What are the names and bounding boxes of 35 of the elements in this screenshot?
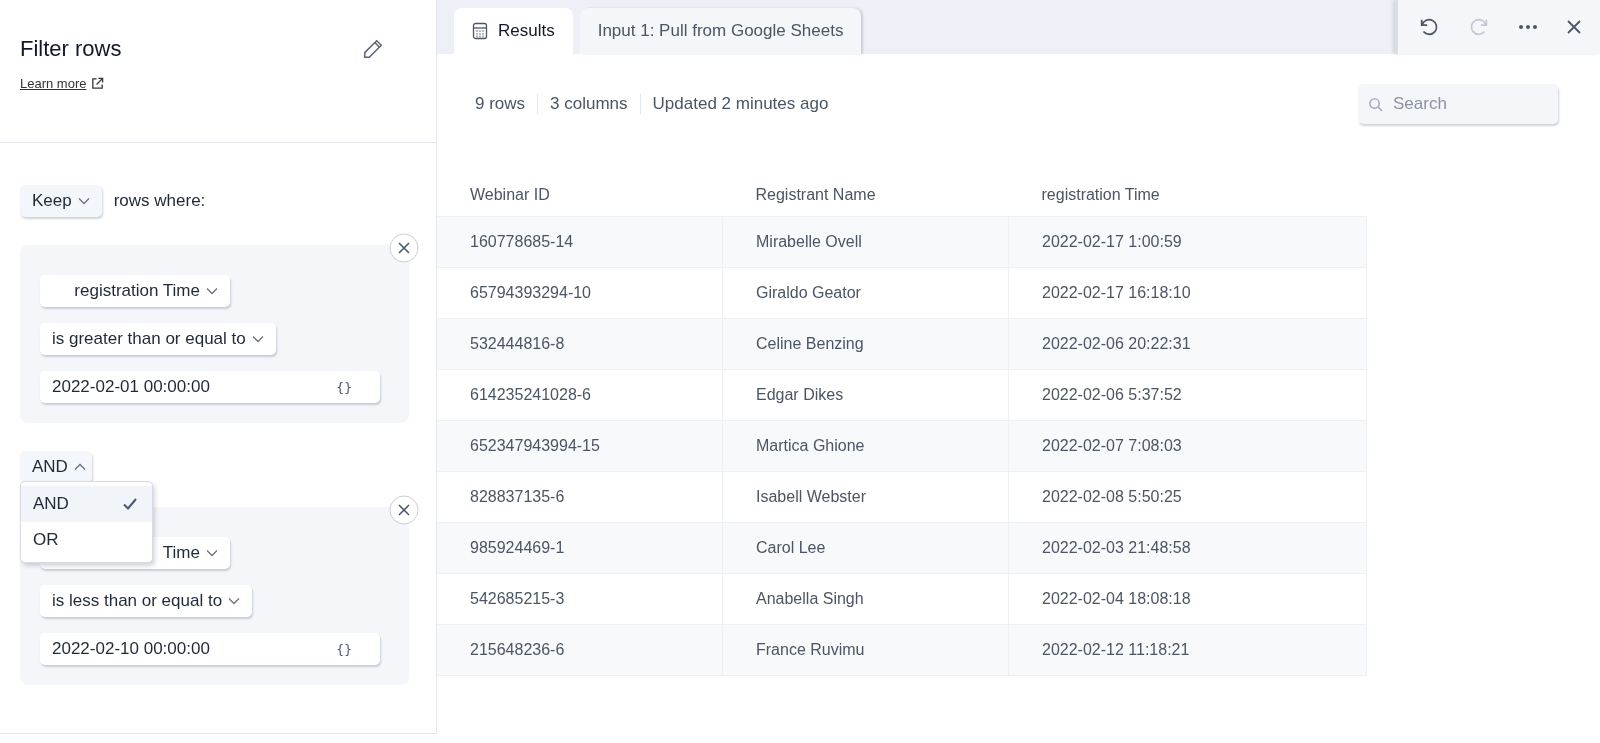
table-cell: 828837135-6 xyxy=(437,471,723,523)
table-cell: Celine Benzing xyxy=(722,318,1009,370)
column-header: Webinar ID xyxy=(470,186,550,203)
table-cell: 2022-02-17 16:18:10 xyxy=(1008,267,1367,319)
table-cell: Isabell Webster xyxy=(722,471,1009,523)
column-header: Registrant Name xyxy=(755,186,876,203)
column-header: registration Time xyxy=(1041,186,1160,203)
table-cell: 2022-02-06 20:22:31 xyxy=(1008,318,1367,370)
table-cell: 2022-02-08 5:50:25 xyxy=(1008,471,1367,523)
table-cell: 2022-02-07 7:08:03 xyxy=(1008,420,1367,472)
table-cell: 160778685-14 xyxy=(437,216,723,268)
table-cell: 542685215-3 xyxy=(437,573,723,625)
table-cell: Mirabelle Ovell xyxy=(722,216,1009,268)
table-cell: 2022-02-04 18:08:18 xyxy=(1008,573,1367,625)
stat-label: 9 rows xyxy=(475,94,527,114)
table-cell: 985924469-1 xyxy=(437,522,723,574)
table-cell: Martica Ghione xyxy=(722,420,1009,472)
rows-where-label: rows where: xyxy=(113,191,206,211)
table-cell: Carol Lee xyxy=(722,522,1009,574)
table-cell: 2022-02-12 11:18:21 xyxy=(1008,624,1367,676)
table-cell: 2022-02-03 21:48:58 xyxy=(1008,522,1367,574)
table-cell: 532444816-8 xyxy=(437,318,723,370)
table-cell: France Ruvimu xyxy=(722,624,1009,676)
table-cell: 2022-02-17 1:00:59 xyxy=(1008,216,1367,268)
table-cell: 2022-02-06 5:37:52 xyxy=(1008,369,1367,421)
table-cell: 614235241028-6 xyxy=(437,369,723,421)
table-cell: Anabella Singh xyxy=(722,573,1009,625)
table-cell: 65794393294-10 xyxy=(437,267,723,319)
stat-label: 3 columns xyxy=(537,94,640,114)
table-cell: Giraldo Geator xyxy=(722,267,1009,319)
table-cell: 652347943994-15 xyxy=(437,420,723,472)
table-cell: 215648236-6 xyxy=(437,624,723,676)
table-cell: Edgar Dikes xyxy=(722,369,1009,421)
stat-label: Updated 2 minutes ago xyxy=(639,94,841,114)
panel-title: Filter rows xyxy=(20,36,122,62)
